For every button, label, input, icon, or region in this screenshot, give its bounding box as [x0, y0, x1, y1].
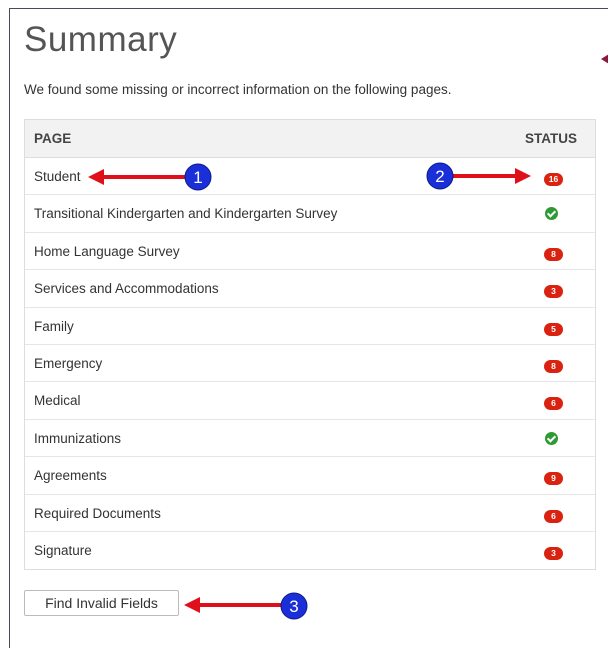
callout-1-badge-icon: 1 — [184, 163, 212, 191]
callout-2-badge-icon: 2 — [426, 162, 454, 190]
callout-2-arrow-icon — [453, 168, 531, 184]
callout-3-number: 3 — [289, 597, 298, 616]
callout-annotations: 1 2 3 — [88, 162, 531, 620]
callout-3-arrow-icon — [184, 597, 281, 613]
callout-1-arrow-icon — [88, 169, 185, 185]
callout-1-number: 1 — [193, 168, 202, 187]
callout-3-badge-icon: 3 — [280, 592, 308, 620]
callout-2-number: 2 — [435, 167, 444, 186]
